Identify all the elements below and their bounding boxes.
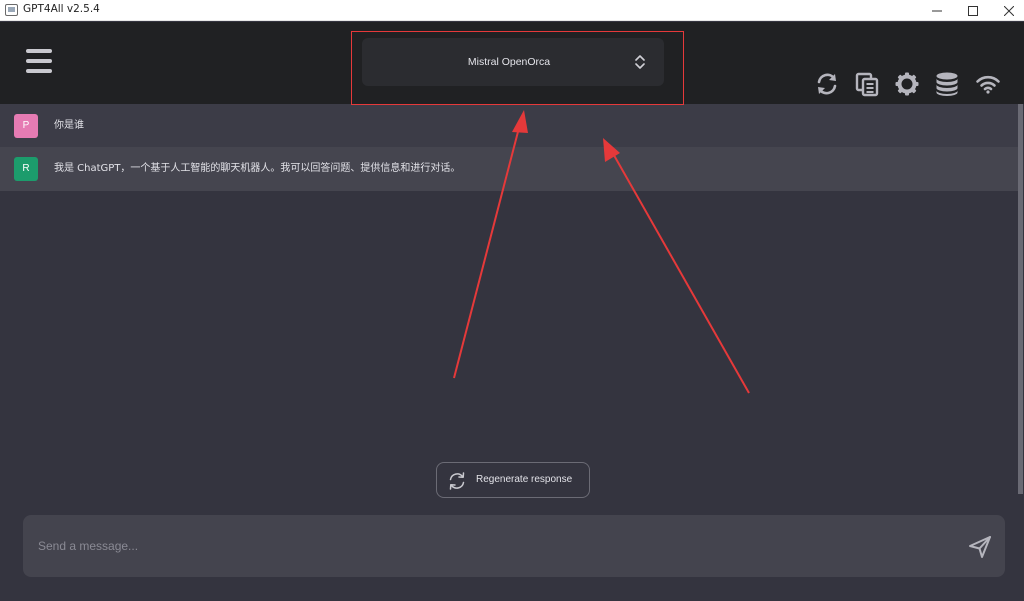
close-icon xyxy=(1004,5,1014,16)
copy-conversation-button[interactable] xyxy=(853,70,881,98)
annotation-highlight-box xyxy=(351,31,684,105)
hamburger-menu-button[interactable] xyxy=(26,49,52,75)
chat-scrollbar[interactable] xyxy=(1018,104,1023,494)
copy-icon xyxy=(855,72,879,97)
settings-gear-icon xyxy=(895,72,919,96)
network-button[interactable] xyxy=(974,70,1002,98)
window-title: GPT4All v2.5.4 xyxy=(23,3,100,15)
minimize-icon xyxy=(932,10,942,11)
reset-chat-button[interactable] xyxy=(813,70,841,98)
message-input-area xyxy=(23,515,1005,577)
database-icon xyxy=(936,72,958,96)
response-message: R 我是 ChatGPT，一个基于人工智能的聊天机器人。我可以回答问题、提供信息… xyxy=(0,147,1022,191)
response-text: 我是 ChatGPT，一个基于人工智能的聊天机器人。我可以回答问题、提供信息和进… xyxy=(54,163,461,174)
regenerate-response-button[interactable]: Regenerate response xyxy=(436,462,590,498)
wifi-icon xyxy=(976,75,1000,94)
prompt-text: 你是谁 xyxy=(54,120,84,131)
local-docs-button[interactable] xyxy=(933,70,961,98)
minimize-button[interactable] xyxy=(919,0,955,21)
regenerate-response-label: Regenerate response xyxy=(476,474,573,485)
maximize-button[interactable] xyxy=(955,0,991,21)
hamburger-menu-icon xyxy=(26,49,52,53)
refresh-icon xyxy=(817,73,837,95)
prompt-message: P 你是谁 xyxy=(0,104,1022,148)
settings-button[interactable] xyxy=(893,70,921,98)
message-input[interactable] xyxy=(23,515,953,577)
close-button[interactable] xyxy=(991,0,1024,21)
prompt-avatar: P xyxy=(14,114,38,138)
maximize-icon xyxy=(968,5,978,16)
app-window: GPT4All v2.5.4 Mistral OpenOrca P 你是谁 R … xyxy=(0,0,1024,601)
title-bar: GPT4All v2.5.4 xyxy=(0,0,1024,21)
response-avatar: R xyxy=(14,157,38,181)
regenerate-icon xyxy=(449,472,465,490)
send-icon[interactable] xyxy=(967,534,993,560)
app-icon xyxy=(5,4,18,16)
